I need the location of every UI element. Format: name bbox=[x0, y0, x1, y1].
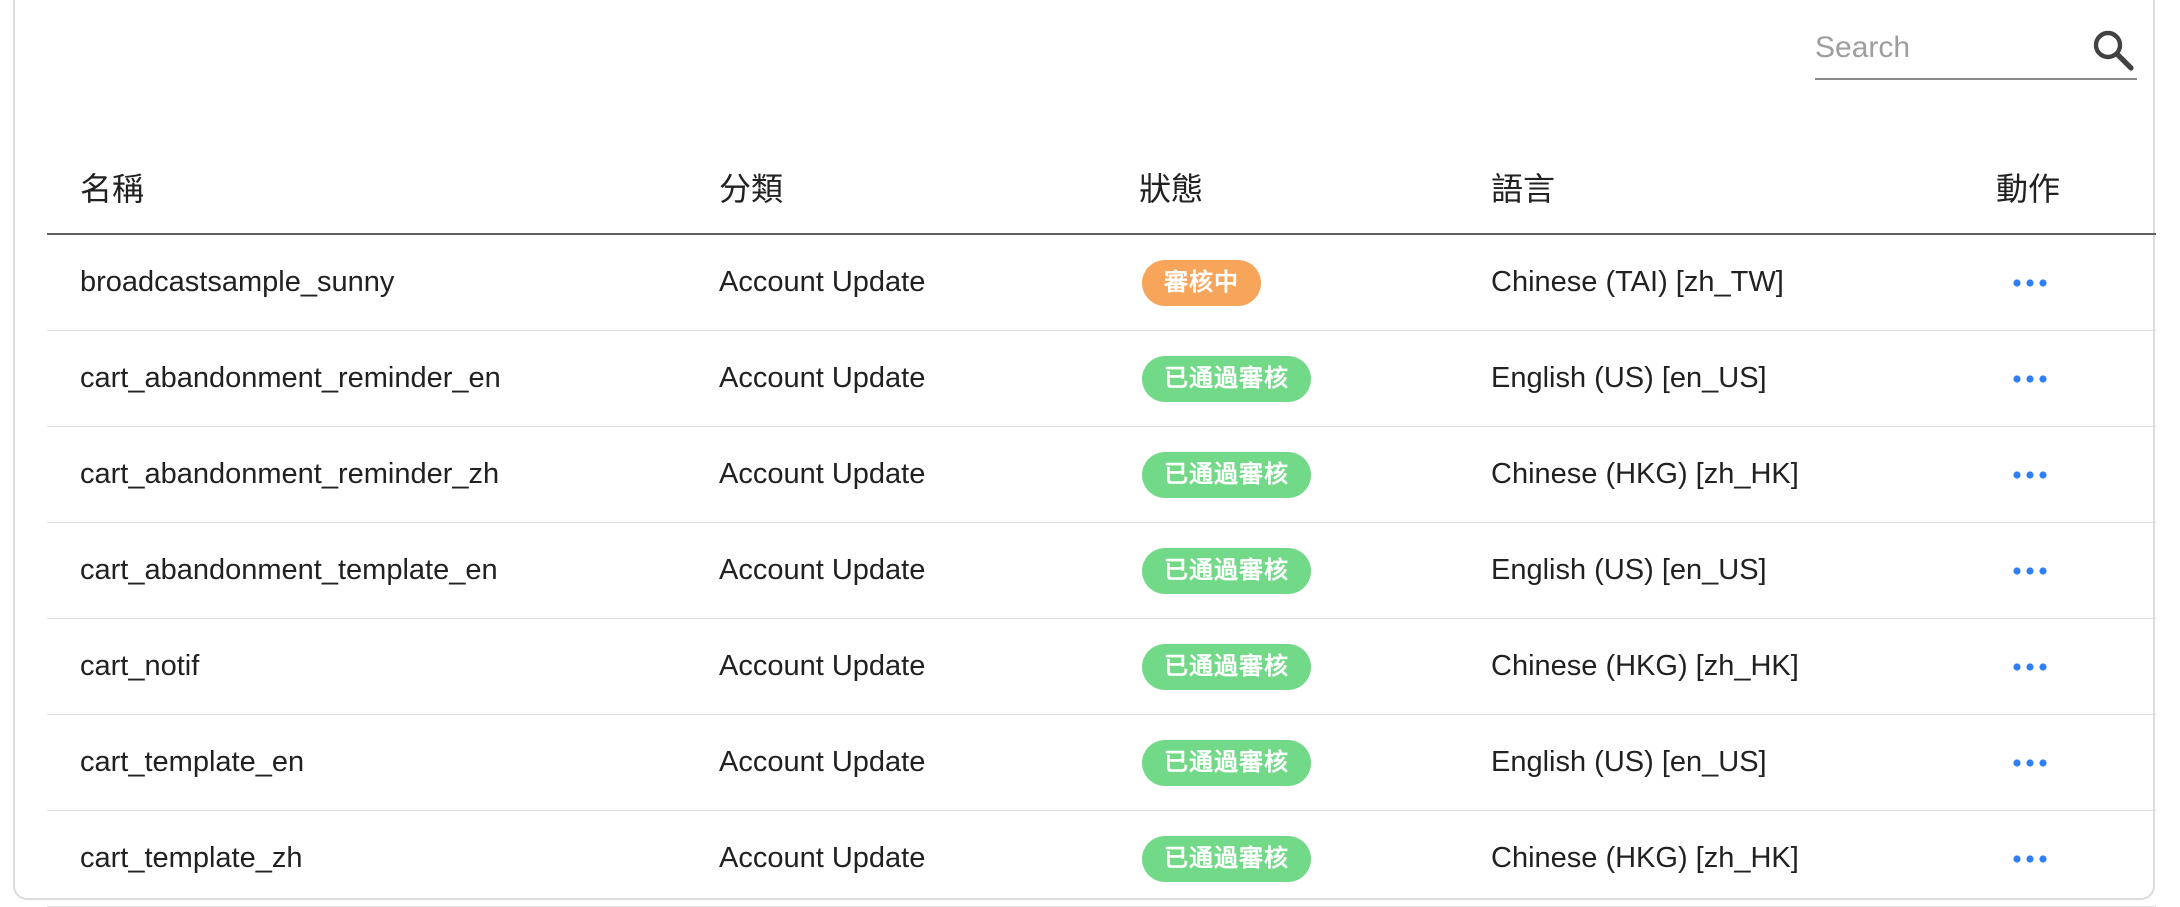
template-status-cell: 已通過審核 bbox=[1139, 810, 1491, 907]
template-language-cell: Chinese (HKG) [zh_HK] bbox=[1491, 810, 1996, 907]
status-badge: 已通過審核 bbox=[1142, 643, 1311, 690]
template-actions-cell bbox=[1996, 330, 2156, 427]
template-category-cell: Account Update bbox=[719, 330, 1139, 427]
template-category-cell: Account Update bbox=[719, 234, 1139, 331]
template-language-cell: English (US) [en_US] bbox=[1491, 714, 1996, 811]
status-badge: 已通過審核 bbox=[1142, 835, 1311, 882]
template-status-cell: 已通過審核 bbox=[1139, 426, 1491, 523]
more-horizontal-icon[interactable] bbox=[2010, 273, 2050, 293]
more-horizontal-icon[interactable] bbox=[2010, 657, 2050, 677]
template-name-cell: cart_notif bbox=[47, 618, 719, 715]
template-name-cell: broadcastsample_sunny bbox=[47, 234, 719, 331]
template-actions-cell bbox=[1996, 810, 2156, 907]
template-name-cell: cart_abandonment_template_en bbox=[47, 522, 719, 619]
table-row[interactable]: broadcastsample_sunny Account Update 審核中 Ch… bbox=[47, 234, 2156, 331]
template-status-cell: 已通過審核 bbox=[1139, 522, 1491, 619]
column-header-status[interactable]: 狀態 bbox=[1139, 140, 1491, 235]
status-badge: 已通過審核 bbox=[1142, 547, 1311, 594]
template-category-cell: Account Update bbox=[719, 522, 1139, 619]
template-actions-cell bbox=[1996, 618, 2156, 715]
search-input[interactable] bbox=[1815, 28, 2075, 68]
template-name-cell: cart_abandonment_reminder_zh bbox=[47, 426, 719, 523]
column-header-category[interactable]: 分類 bbox=[719, 140, 1139, 235]
template-actions-cell bbox=[1996, 234, 2156, 331]
more-horizontal-icon[interactable] bbox=[2010, 849, 2050, 869]
table-row[interactable]: cart_abandonment_template_en Account Upda… bbox=[47, 522, 2156, 619]
table-row[interactable]: cart_notif Account Update 已通過審核 Chinese (HK… bbox=[47, 618, 2156, 715]
table-row[interactable]: cart_template_en Account Update 已通過審核 Engli… bbox=[47, 714, 2156, 811]
more-horizontal-icon[interactable] bbox=[2010, 753, 2050, 773]
template-category-cell: Account Update bbox=[719, 618, 1139, 715]
column-header-name[interactable]: 名稱 bbox=[47, 140, 719, 235]
status-badge: 審核中 bbox=[1142, 259, 1261, 306]
template-language-cell: Chinese (TAI) [zh_TW] bbox=[1491, 234, 1996, 331]
template-language-cell: English (US) [en_US] bbox=[1491, 522, 1996, 619]
template-name-cell: cart_template_zh bbox=[47, 810, 719, 907]
table-row[interactable]: cart_abandonment_reminder_en Account Upda… bbox=[47, 330, 2156, 427]
status-badge: 已通過審核 bbox=[1142, 451, 1311, 498]
search-icon[interactable] bbox=[2089, 26, 2137, 74]
template-language-cell: Chinese (HKG) [zh_HK] bbox=[1491, 426, 1996, 523]
search-field[interactable] bbox=[1815, 22, 2137, 80]
template-actions-cell bbox=[1996, 426, 2156, 523]
template-name-cell: cart_template_en bbox=[47, 714, 719, 811]
more-horizontal-icon[interactable] bbox=[2010, 465, 2050, 485]
table-header-row: 名稱 分類 狀態 語言 動作 bbox=[47, 140, 2156, 235]
table-row[interactable]: cart_template_zh Account Update 已通過審核 Chine… bbox=[47, 810, 2156, 907]
templates-table: 名稱 分類 狀態 語言 動作 broadcastsample_sunny Acco… bbox=[47, 140, 2156, 907]
template-category-cell: Account Update bbox=[719, 714, 1139, 811]
column-header-language[interactable]: 語言 bbox=[1491, 140, 1996, 235]
template-language-cell: Chinese (HKG) [zh_HK] bbox=[1491, 618, 1996, 715]
template-actions-cell bbox=[1996, 522, 2156, 619]
template-actions-cell bbox=[1996, 714, 2156, 811]
template-status-cell: 已通過審核 bbox=[1139, 330, 1491, 427]
table-row[interactable]: cart_abandonment_reminder_zh Account Upda… bbox=[47, 426, 2156, 523]
template-status-cell: 已通過審核 bbox=[1139, 714, 1491, 811]
template-status-cell: 審核中 bbox=[1139, 234, 1491, 331]
more-horizontal-icon[interactable] bbox=[2010, 369, 2050, 389]
template-name-cell: cart_abandonment_reminder_en bbox=[47, 330, 719, 427]
template-language-cell: English (US) [en_US] bbox=[1491, 330, 1996, 427]
template-category-cell: Account Update bbox=[719, 426, 1139, 523]
more-horizontal-icon[interactable] bbox=[2010, 561, 2050, 581]
status-badge: 已通過審核 bbox=[1142, 739, 1311, 786]
column-header-actions: 動作 bbox=[1996, 140, 2156, 235]
template-status-cell: 已通過審核 bbox=[1139, 618, 1491, 715]
status-badge: 已通過審核 bbox=[1142, 355, 1311, 402]
template-category-cell: Account Update bbox=[719, 810, 1139, 907]
